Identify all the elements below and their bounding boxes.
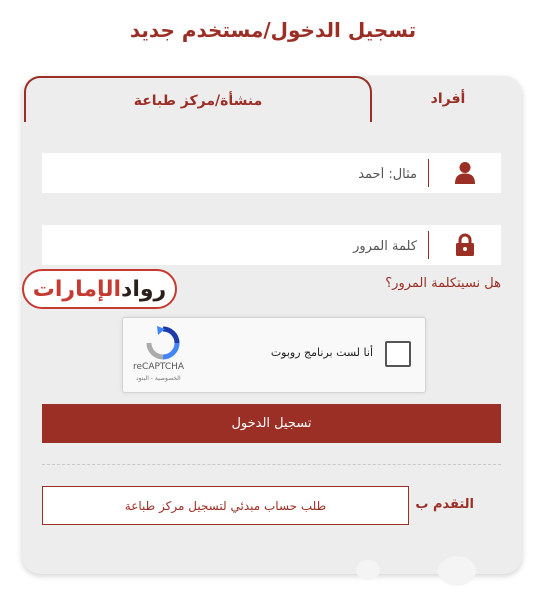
username-field (42, 153, 501, 195)
captcha-checkbox[interactable] (385, 341, 411, 367)
password-field (42, 225, 501, 267)
lock-icon (429, 225, 501, 265)
field-divider (428, 159, 429, 187)
logo-text-primary: رواد (121, 276, 167, 302)
tab-organization[interactable]: منشأة/مركز طباعة (24, 76, 372, 122)
username-input[interactable] (55, 153, 419, 195)
request-account-button[interactable]: طلب حساب مبدئي لتسجيل مركز طباعة (42, 486, 409, 525)
recaptcha-icon (143, 326, 183, 360)
login-button[interactable]: تسجيل الدخول (42, 404, 501, 443)
captcha-label: أنا لست برنامج روبوت (270, 346, 373, 359)
password-input[interactable] (55, 225, 419, 267)
page-title: تسجيل الدخول/مستخدم جديد (129, 18, 417, 42)
apply-label: التقدم ب (415, 497, 474, 512)
tab-individuals[interactable]: أفراد (374, 76, 522, 122)
logo-text-accent: الإمارات (32, 276, 122, 302)
decorative-circle (438, 556, 476, 586)
user-icon (429, 153, 501, 193)
recaptcha-brand: reCAPTCHA (133, 362, 185, 372)
divider (42, 464, 501, 465)
login-card: أفراد منشأة/مركز طباعة هل نسيتكلمة المرو… (22, 76, 522, 574)
recaptcha-widget: أنا لست برنامج روبوت reCAPTCHA الخصوصية … (122, 317, 426, 393)
forgot-password-link[interactable]: هل نسيتكلمة المرور؟ (385, 276, 501, 291)
decorative-circle (356, 560, 380, 580)
field-divider (428, 231, 429, 259)
logo: رواد الإمارات (22, 269, 177, 309)
recaptcha-links[interactable]: الخصوصية - البنود (136, 375, 181, 382)
